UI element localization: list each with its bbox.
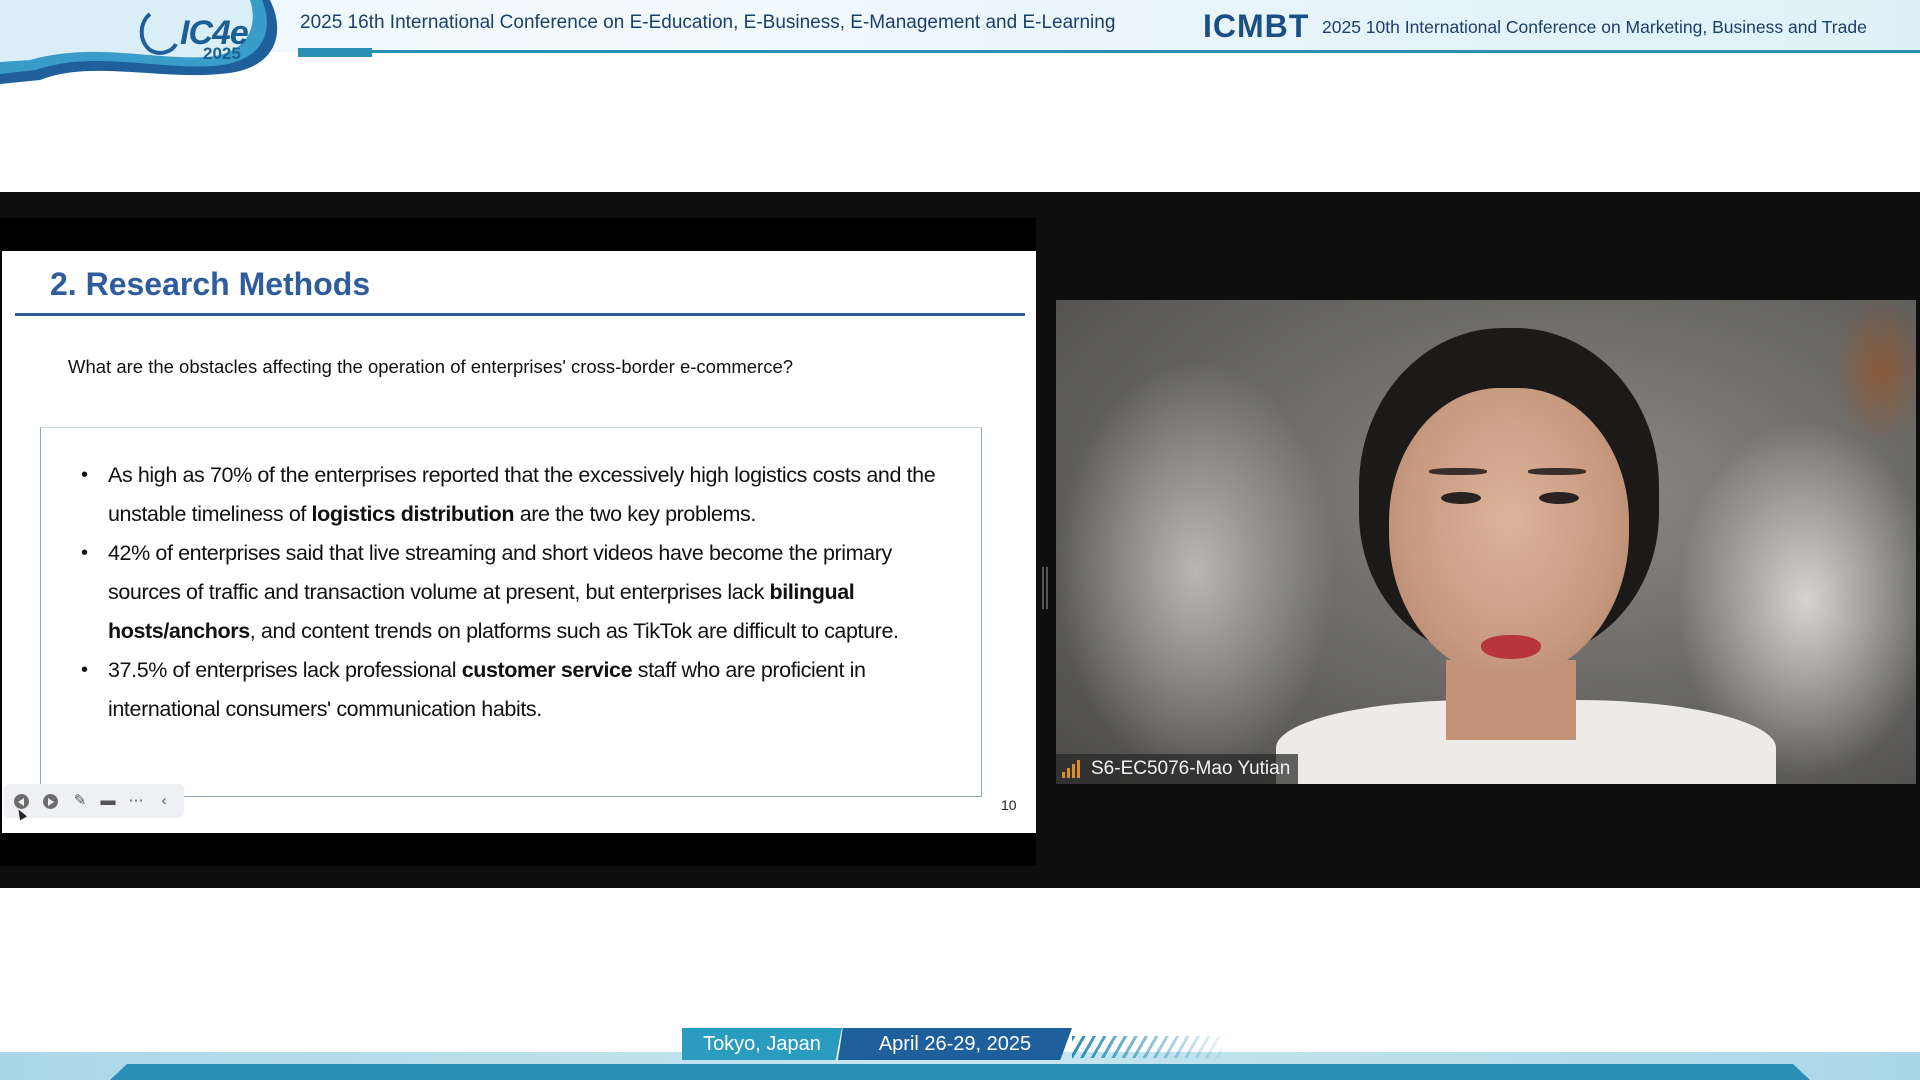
- bullet-text: are the two key problems.: [514, 502, 757, 526]
- bullet-item: 42% of enterprises said that live stream…: [70, 534, 950, 651]
- screen-icon[interactable]: ▬: [99, 792, 117, 810]
- location-tag: Tokyo, Japan: [682, 1028, 842, 1060]
- participant-name-tag: S6-EC5076-Mao Yutian: [1056, 754, 1299, 784]
- header-rule: [298, 50, 1920, 53]
- bullet-item: As high as 70% of the enterprises report…: [70, 456, 950, 534]
- slide-bullet-list: As high as 70% of the enterprises report…: [70, 456, 950, 729]
- ic4e-logo-year: 2025: [203, 44, 241, 63]
- slide-toolbar: ✎ ▬ ⋯ ‹: [4, 784, 184, 818]
- speaker-brow: [1429, 468, 1487, 475]
- participant-video[interactable]: [1056, 300, 1916, 784]
- screen: IC4e 2025 2025 16th International Confer…: [0, 0, 1920, 1080]
- speaker-eye: [1441, 492, 1481, 504]
- header-rule-accent: [298, 48, 372, 57]
- presentation-slide: 2. Research Methods What are the obstacl…: [2, 251, 1036, 833]
- slide-question: What are the obstacles affecting the ope…: [68, 356, 794, 377]
- conference-header: IC4e 2025 2025 16th International Confer…: [0, 0, 1920, 84]
- footer-dark-band: [110, 1064, 1810, 1080]
- speaker-mouth: [1481, 635, 1541, 659]
- icmbt-logo: ICMBT: [1203, 8, 1310, 44]
- more-icon[interactable]: ⋯: [127, 792, 145, 810]
- slide-title-rule: [15, 313, 1025, 316]
- bullet-text: , and content trends on platforms such a…: [249, 619, 899, 643]
- collapse-icon[interactable]: ‹: [155, 792, 173, 810]
- pen-icon[interactable]: ✎: [71, 792, 89, 810]
- slide-page-number: 10: [1001, 797, 1017, 813]
- bullet-bold: logistics distribution: [311, 502, 515, 526]
- split-resize-handle[interactable]: [1042, 567, 1048, 609]
- background-blur: [1056, 360, 1336, 780]
- bullet-text: 37.5% of enterprises lack professional: [108, 658, 462, 682]
- footer-stripes: [1072, 1036, 1222, 1058]
- background-blur: [1836, 300, 1916, 440]
- conference-2-title: 2025 10th International Conference on Ma…: [1322, 17, 1867, 37]
- slide-title: 2. Research Methods: [50, 266, 371, 302]
- bullet-item: 37.5% of enterprises lack professional c…: [70, 651, 950, 729]
- signal-strength-icon: [1062, 760, 1084, 778]
- date-tag: April 26-29, 2025: [838, 1028, 1072, 1060]
- speaker-brow: [1528, 468, 1586, 475]
- next-slide-icon[interactable]: [43, 794, 58, 809]
- speaker-eye: [1539, 492, 1579, 504]
- conference-1-title: 2025 16th International Conference on E-…: [300, 12, 1116, 33]
- bullet-bold: customer service: [461, 658, 633, 682]
- participant-name: S6-EC5076-Mao Yutian: [1091, 758, 1291, 779]
